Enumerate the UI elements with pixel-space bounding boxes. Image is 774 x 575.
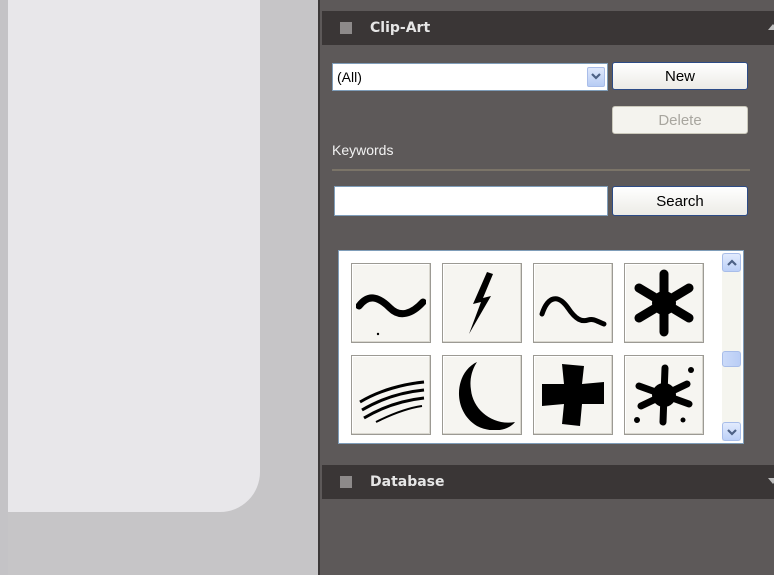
scroll-thumb[interactable] [722,351,741,367]
collapse-up-icon[interactable] [768,24,774,30]
clip-art-title: Clip-Art [370,20,431,36]
keywords-search-input[interactable] [334,186,608,216]
chevron-down-icon[interactable] [587,67,605,87]
expand-down-icon[interactable] [768,478,774,484]
asterisk-icon [634,269,694,337]
clip-speed-lines[interactable] [351,355,431,435]
cross-icon [542,364,604,426]
new-button[interactable]: New [612,62,748,90]
squiggle-icon [539,296,607,327]
clip-crescent-moon[interactable] [442,355,522,435]
canvas-area [0,0,318,575]
section-square-icon [340,476,352,488]
category-select[interactable]: (All) [332,63,608,91]
clip-art-gallery [338,250,744,444]
panel-top [320,0,774,10]
canvas-page[interactable] [8,0,260,512]
lightning-bolt-icon [469,272,493,334]
clip-cross-shape[interactable] [533,355,613,435]
clip-wave-stroke[interactable] [351,263,431,343]
clip-lightning-bolt[interactable] [442,263,522,343]
side-panel: Clip-Art (All) New Delete Keywords Searc… [318,0,774,575]
gallery-scrollbar[interactable] [722,253,741,441]
wave-stroke-icon [356,294,426,336]
clip-art-header[interactable]: Clip-Art [322,11,774,45]
speed-lines-icon [359,380,425,423]
clip-squiggle-line[interactable] [533,263,613,343]
clip-ink-splat[interactable] [624,355,704,435]
category-select-value: (All) [337,69,362,85]
search-button[interactable]: Search [612,186,748,216]
scroll-up-button[interactable] [722,253,741,272]
keywords-divider [332,169,750,171]
chevron-up-icon [726,258,737,266]
clip-asterisk-star[interactable] [624,263,704,343]
section-square-icon [340,22,352,34]
chevron-down-icon [726,428,737,436]
scroll-down-button[interactable] [722,422,741,441]
canvas-edge [0,0,8,575]
keywords-label: Keywords [332,142,394,158]
delete-button[interactable]: Delete [612,106,748,134]
ink-splat-icon [634,364,694,426]
database-header[interactable]: Database [322,465,774,499]
crescent-moon-icon [459,362,515,430]
database-title: Database [370,474,445,490]
